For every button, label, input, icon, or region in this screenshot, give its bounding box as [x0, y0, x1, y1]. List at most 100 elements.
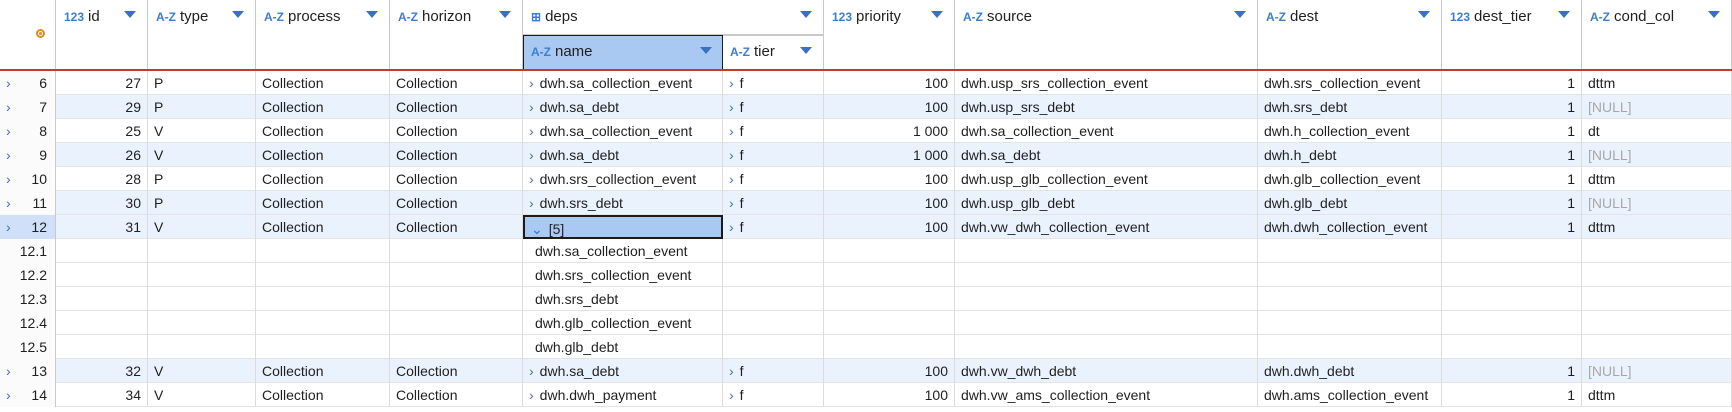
column-header-source[interactable]: A-Z source — [955, 0, 1258, 70]
row-number[interactable]: › 11 — [0, 191, 56, 215]
expand-chevron-icon[interactable]: › — [529, 363, 534, 379]
cell-horizon[interactable]: Collection — [390, 95, 523, 119]
row-number[interactable]: 12.4 — [0, 311, 56, 335]
cell-dest[interactable]: dwh.h_collection_event — [1258, 119, 1442, 143]
cell-tier[interactable]: › f — [723, 71, 824, 95]
cell-name[interactable]: › dwh.sa_debt — [523, 143, 723, 167]
expand-chevron-icon[interactable]: › — [729, 171, 734, 187]
cell-process[interactable]: Collection — [256, 215, 390, 239]
table-row[interactable]: › 14 34 V Collection Collection › dwh.dwh_payme… — [0, 383, 1732, 407]
column-header-horizon[interactable]: A-Z horizon — [390, 0, 523, 70]
nested-row[interactable]: 12.4 dwh.glb_collection_event — [0, 311, 1732, 335]
cell-id[interactable]: 30 — [56, 191, 148, 215]
cell-dest_tier[interactable]: 1 — [1442, 71, 1582, 95]
cell-process[interactable]: Collection — [256, 119, 390, 143]
row-number[interactable]: › 7 — [0, 95, 56, 119]
expand-row-icon[interactable]: › — [6, 119, 11, 143]
column-header-deps-name[interactable]: A-Z name — [523, 35, 723, 70]
cell-type[interactable]: V — [148, 143, 256, 167]
cell-dest[interactable]: dwh.glb_debt — [1258, 191, 1442, 215]
collapse-chevron-icon[interactable]: ⌄ — [531, 221, 543, 237]
cell-dest_tier[interactable]: 1 — [1442, 95, 1582, 119]
row-number[interactable]: 12.5 — [0, 335, 56, 359]
cell-priority[interactable]: 100 — [824, 359, 955, 383]
expand-row-icon[interactable]: › — [6, 383, 11, 407]
cell-type[interactable]: P — [148, 95, 256, 119]
table-row[interactable]: › 13 32 V Collection Collection › dwh.sa_debt › f… — [0, 359, 1732, 383]
cell-cond_col[interactable]: dttm — [1582, 215, 1732, 239]
cell-source[interactable]: dwh.sa_collection_event — [955, 119, 1258, 143]
expand-chevron-icon[interactable]: › — [529, 147, 534, 163]
cell-id[interactable]: 25 — [56, 119, 148, 143]
expand-row-icon[interactable]: › — [6, 95, 11, 119]
cell-tier[interactable]: › f — [723, 167, 824, 191]
sort-filter-icon[interactable] — [931, 11, 943, 18]
cell-id[interactable]: 31 — [56, 215, 148, 239]
cell-cond_col[interactable]: [NULL] — [1582, 95, 1732, 119]
cell-dep-name[interactable]: dwh.srs_collection_event — [523, 263, 723, 287]
expand-row-icon[interactable]: › — [6, 71, 11, 95]
sort-filter-icon[interactable] — [1418, 11, 1430, 18]
cell-type[interactable]: V — [148, 383, 256, 407]
cell-priority[interactable]: 100 — [824, 215, 955, 239]
column-header-process[interactable]: A-Z process — [256, 0, 390, 70]
cell-horizon[interactable]: Collection — [390, 191, 523, 215]
cell-dep-name[interactable]: dwh.glb_debt — [523, 335, 723, 359]
cell-cond_col[interactable]: dttm — [1582, 71, 1732, 95]
cell-priority[interactable]: 1 000 — [824, 119, 955, 143]
row-number[interactable]: › 6 — [0, 71, 56, 95]
cell-tier[interactable]: › f — [723, 119, 824, 143]
cell-source[interactable]: dwh.usp_srs_debt — [955, 95, 1258, 119]
column-header-type[interactable]: A-Z type — [148, 0, 256, 70]
row-number[interactable]: › 8 — [0, 119, 56, 143]
expand-chevron-icon[interactable]: › — [529, 171, 534, 187]
cell-priority[interactable]: 100 — [824, 95, 955, 119]
cell-name[interactable]: › dwh.sa_debt — [523, 359, 723, 383]
cell-dest_tier[interactable]: 1 — [1442, 143, 1582, 167]
table-row[interactable]: › 12 31 V Collection Collection ⌄ [5] › f 100 dwh.v… — [0, 215, 1732, 239]
expand-chevron-icon[interactable]: › — [529, 387, 534, 403]
cell-dest[interactable]: dwh.srs_debt — [1258, 95, 1442, 119]
nested-row[interactable]: 12.3 dwh.srs_debt — [0, 287, 1732, 311]
cell-tier[interactable]: › f — [723, 143, 824, 167]
cell-process[interactable]: Collection — [256, 383, 390, 407]
cell-process[interactable]: Collection — [256, 167, 390, 191]
expand-chevron-icon[interactable]: › — [729, 75, 734, 91]
row-number[interactable]: 12.3 — [0, 287, 56, 311]
cell-source[interactable]: dwh.sa_debt — [955, 143, 1258, 167]
cell-type[interactable]: V — [148, 119, 256, 143]
nested-row[interactable]: 12.2 dwh.srs_collection_event — [0, 263, 1732, 287]
expand-chevron-icon[interactable]: › — [529, 195, 534, 211]
cell-priority[interactable]: 100 — [824, 383, 955, 407]
nested-row[interactable]: 12.1 dwh.sa_collection_event — [0, 239, 1732, 263]
cell-tier[interactable]: › f — [723, 95, 824, 119]
expand-chevron-icon[interactable]: › — [729, 387, 734, 403]
table-row[interactable]: › 6 27 P Collection Collection › dwh.sa_collect… — [0, 71, 1732, 95]
cell-priority[interactable]: 1 000 — [824, 143, 955, 167]
table-row[interactable]: › 8 25 V Collection Collection › dwh.sa_collect… — [0, 119, 1732, 143]
column-header-priority[interactable]: 123 priority — [824, 0, 955, 70]
cell-process[interactable]: Collection — [256, 191, 390, 215]
sort-filter-icon[interactable] — [232, 11, 244, 18]
row-number[interactable]: 12.1 — [0, 239, 56, 263]
cell-cond_col[interactable]: [NULL] — [1582, 191, 1732, 215]
expand-row-icon[interactable]: › — [6, 191, 11, 215]
cell-horizon[interactable]: Collection — [390, 143, 523, 167]
table-row[interactable]: › 7 29 P Collection Collection › dwh.sa_debt › f 1… — [0, 95, 1732, 119]
column-header-cond-col[interactable]: A-Z cond_col — [1582, 0, 1732, 70]
expand-chevron-icon[interactable]: › — [729, 195, 734, 211]
cell-dest[interactable]: dwh.srs_collection_event — [1258, 71, 1442, 95]
expand-chevron-icon[interactable]: › — [729, 99, 734, 115]
column-header-dest[interactable]: A-Z dest — [1258, 0, 1442, 70]
cell-source[interactable]: dwh.usp_srs_collection_event — [955, 71, 1258, 95]
cell-dest_tier[interactable]: 1 — [1442, 359, 1582, 383]
table-row[interactable]: › 10 28 P Collection Collection › dwh.srs_colle… — [0, 167, 1732, 191]
cell-horizon[interactable]: Collection — [390, 71, 523, 95]
expand-row-icon[interactable]: › — [6, 359, 11, 383]
cell-name[interactable]: › dwh.srs_collection_event — [523, 167, 723, 191]
cell-cond_col[interactable]: [NULL] — [1582, 143, 1732, 167]
sort-filter-icon[interactable] — [1234, 11, 1246, 18]
cell-dest_tier[interactable]: 1 — [1442, 215, 1582, 239]
sort-filter-icon[interactable] — [366, 11, 378, 18]
nested-row[interactable]: 12.5 dwh.glb_debt — [0, 335, 1732, 359]
